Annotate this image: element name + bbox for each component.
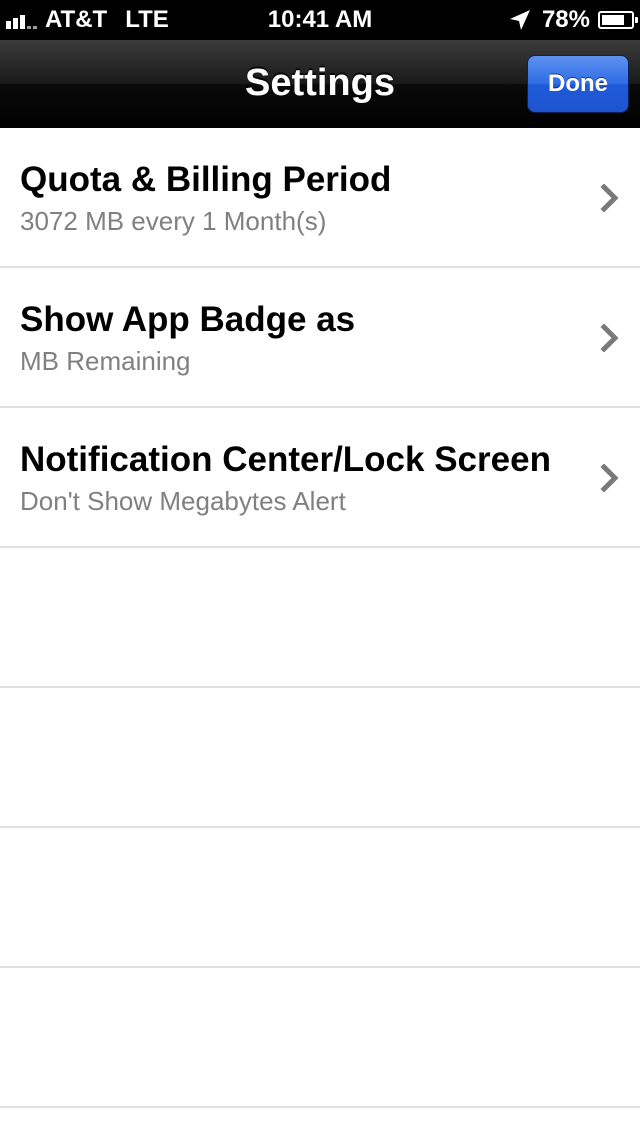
chevron-right-icon (600, 464, 619, 492)
empty-row (0, 688, 640, 828)
location-arrow-icon (509, 10, 530, 30)
row-subtitle: 3072 MB every 1 Month(s) (20, 206, 327, 236)
empty-row (0, 828, 640, 968)
status-bar: AT&T LTE 10:41 AM 78% (0, 0, 640, 40)
row-title: Quota & Billing Period (20, 160, 392, 199)
settings-screen: AT&T LTE 10:41 AM 78% Settings Done Quot… (0, 0, 640, 1136)
settings-list: Quota & Billing Period 3072 MB every 1 M… (0, 128, 640, 1108)
empty-row (0, 968, 640, 1108)
chevron-right-icon (600, 324, 619, 352)
settings-row-notification-center[interactable]: Notification Center/Lock Screen Don't Sh… (0, 408, 640, 548)
battery-percentage: 78% (541, 6, 590, 33)
status-right: 78% (508, 6, 638, 34)
row-title: Notification Center/Lock Screen (20, 440, 551, 479)
battery-fill (602, 15, 624, 25)
settings-row-quota-billing[interactable]: Quota & Billing Period 3072 MB every 1 M… (0, 128, 640, 268)
row-subtitle: MB Remaining (20, 346, 191, 376)
settings-row-app-badge[interactable]: Show App Badge as MB Remaining (0, 268, 640, 408)
done-button[interactable]: Done (527, 55, 629, 113)
navigation-bar: Settings Done (0, 40, 640, 128)
battery-icon (598, 11, 638, 29)
row-subtitle: Don't Show Megabytes Alert (20, 486, 346, 516)
chevron-right-icon (600, 184, 619, 212)
row-title: Show App Badge as (20, 300, 356, 339)
empty-row (0, 548, 640, 688)
